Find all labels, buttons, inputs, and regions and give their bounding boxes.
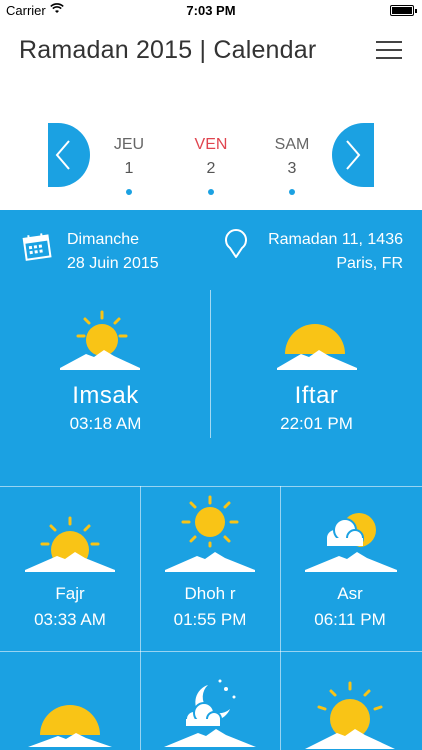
day-name: JEU — [113, 136, 145, 153]
day-number: 2 — [206, 160, 216, 177]
dhohr-label: Dhoh r — [184, 584, 236, 603]
day-number: 1 — [124, 160, 134, 177]
sun-high-mountain-icon — [165, 495, 255, 572]
maghrib-cell[interactable] — [0, 651, 140, 750]
menu-button[interactable] — [376, 39, 402, 61]
day-indicator-dot — [126, 189, 132, 195]
location-label: Paris, FR — [336, 255, 403, 272]
day-item-sam[interactable]: SAM 3 — [262, 136, 322, 195]
chevron-right-icon — [346, 140, 361, 170]
sun-mountain-icon — [60, 310, 140, 370]
hijri-date: Ramadan 11, 1436 — [268, 231, 403, 248]
dhohr-cell[interactable]: Dhoh r 01:55 PM — [140, 486, 280, 651]
location-info: Ramadan 11, 1436 Paris, FR — [268, 228, 403, 276]
fajr-time: 03:33 AM — [34, 610, 106, 629]
day-indicator-dot — [208, 189, 214, 195]
day-item-ven[interactable]: VEN 2 — [181, 136, 241, 195]
day-indicator-dot — [289, 189, 295, 195]
dhohr-time: 01:55 PM — [173, 610, 247, 629]
asr-time: 06:11 PM — [314, 610, 386, 629]
moon-cloud-mountain-icon — [164, 679, 256, 747]
sunrise-mountain-icon — [25, 516, 115, 572]
previous-day-button[interactable] — [48, 123, 90, 187]
fajr-label: Fajr — [55, 584, 85, 603]
asr-cell[interactable]: Asr 06:11 PM — [280, 486, 420, 651]
day-name: VEN — [194, 136, 228, 153]
date-info: Dimanche 28 Juin 2015 — [67, 228, 159, 276]
isha-cell[interactable] — [140, 651, 280, 750]
imsak-cell[interactable]: Imsak 03:18 AM — [0, 290, 211, 440]
page-title: Ramadan 2015 | Calendar — [19, 36, 317, 64]
day-item-jeu[interactable]: JEU 1 — [99, 136, 159, 195]
weekday-label: Dimanche — [67, 231, 140, 248]
clock: 7:03 PM — [186, 3, 236, 18]
iftar-label: Iftar — [294, 382, 339, 409]
asr-label: Asr — [337, 584, 363, 603]
imsak-time: 03:18 AM — [69, 414, 142, 433]
imsak-label: Imsak — [72, 382, 139, 409]
sunset-mountain-icon — [277, 324, 357, 370]
sun-mountain-icon — [305, 681, 395, 749]
battery-icon — [390, 5, 417, 16]
day-name: SAM — [274, 136, 310, 153]
location-pin-icon — [225, 229, 247, 258]
sun-cloud-mountain-icon — [305, 513, 397, 572]
calendar-icon — [22, 233, 52, 261]
next-day-button[interactable] — [332, 123, 374, 187]
sunset-mountain-icon — [28, 705, 112, 747]
gregorian-date: 28 Juin 2015 — [67, 255, 159, 272]
iftar-time: 22:01 PM — [280, 414, 353, 433]
status-bar: Carrier 7:03 PM — [0, 0, 422, 22]
iftar-cell[interactable]: Iftar 22:01 PM — [211, 290, 422, 440]
chevron-left-icon — [55, 140, 70, 170]
night-cell[interactable] — [280, 651, 420, 750]
day-number: 3 — [287, 160, 297, 177]
prayer-times-panel: Dimanche 28 Juin 2015 Ramadan 11, 1436 P… — [0, 210, 422, 750]
fajr-cell[interactable]: Fajr 03:33 AM — [0, 486, 140, 651]
